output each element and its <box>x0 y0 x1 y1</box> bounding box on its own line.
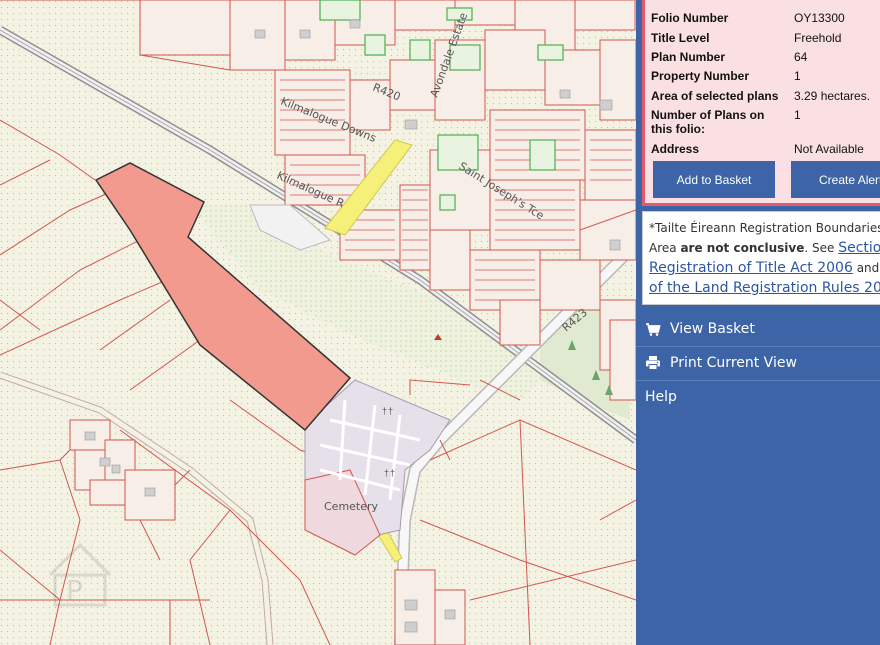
create-alert-button[interactable]: Create Alert <box>791 161 880 198</box>
cemetery-label: Cemetery <box>324 500 379 513</box>
add-to-basket-button[interactable]: Add to Basket <box>653 161 775 198</box>
disclaimer-line: *Tailte Éireann Registration Boundaries … <box>649 218 880 238</box>
disclaimer-line: Area are not conclusive. See Section 6 <box>649 238 880 258</box>
side-panel: Folio Number OY13300 Title Level Freehol… <box>636 0 880 645</box>
help-menu-item[interactable]: Help <box>636 380 880 414</box>
section-6-link[interactable]: Section 6 <box>838 240 880 256</box>
folio-label: Property Number <box>651 69 750 83</box>
folio-info-box: Folio Number OY13300 Title Level Freehol… <box>642 0 880 206</box>
disclaimer-bold: are not conclusive <box>680 241 805 255</box>
folio-value: Freehold <box>794 31 842 45</box>
folio-label: Plan Number <box>651 50 726 64</box>
folio-value: 3.29 hectares. <box>794 89 871 103</box>
view-basket-menu-item[interactable]: View Basket <box>636 312 880 346</box>
disclaimer-line: of the Land Registration Rules 2012 <box>649 278 880 298</box>
cart-icon <box>646 323 661 336</box>
print-icon <box>646 356 660 370</box>
print-view-label: Print Current View <box>670 355 797 371</box>
disclaimer-text: *Tailte Éireann Registration Boundaries … <box>649 221 880 235</box>
folio-value: Not Available <box>794 142 864 156</box>
view-basket-label: View Basket <box>670 321 755 337</box>
disclaimer-box: *Tailte Éireann Registration Boundaries … <box>642 211 880 305</box>
folio-label: Address <box>651 142 700 156</box>
registration-act-link[interactable]: Registration of Title Act 2006 <box>649 260 853 276</box>
grave-symbol: † <box>390 468 395 478</box>
folio-value: OY13300 <box>794 11 845 25</box>
folio-value: 64 <box>794 50 808 64</box>
print-view-menu-item[interactable]: Print Current View <box>636 346 880 380</box>
disclaimer-text: Area <box>649 241 681 255</box>
folio-label: Folio Number <box>651 11 729 25</box>
folio-label: Number of Plans on this folio: <box>651 108 765 136</box>
folio-value: 1 <box>794 69 801 83</box>
grave-symbol: † <box>382 406 387 416</box>
svg-text:P: P <box>66 574 83 607</box>
disclaimer-text: . See <box>804 241 839 255</box>
folio-label: Title Level <box>651 31 710 45</box>
folio-label: Area of selected plans <box>651 89 779 103</box>
folio-value: 1 <box>794 108 801 122</box>
grave-symbol: † <box>388 406 393 416</box>
land-registration-rules-link[interactable]: of the Land Registration Rules 2012 <box>649 280 880 296</box>
grave-symbol: † <box>384 468 389 478</box>
help-label: Help <box>645 389 677 405</box>
disclaimer-line: Registration of Title Act 2006 and Ru <box>649 258 880 278</box>
disclaimer-text: and <box>856 261 880 275</box>
